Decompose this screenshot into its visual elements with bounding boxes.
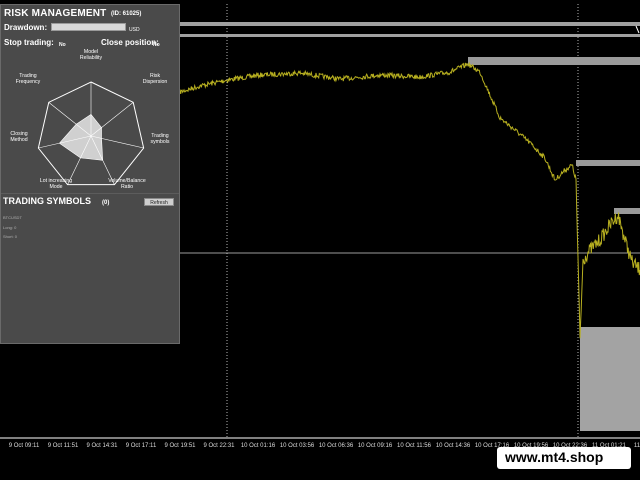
right-edge-mark	[635, 25, 640, 34]
symbol-row: Long: 0	[3, 225, 17, 230]
top-bar	[180, 22, 640, 26]
time-axis-label: 9 Oct 09:11	[8, 443, 40, 449]
time-axis-label: 10 Oct 01:16	[240, 443, 276, 449]
time-axis-label: 9 Oct 17:11	[125, 443, 157, 449]
stop-trading-label: Stop trading:	[4, 38, 54, 47]
level-bar	[614, 208, 640, 214]
watermark-text: www.mt4.shop	[505, 449, 604, 465]
radar-axis-label: Model Reliability	[80, 49, 103, 61]
panel-title: RISK MANAGEMENT	[4, 8, 107, 19]
price-line	[179, 62, 640, 339]
time-axis-label: 10 Oct 06:36	[318, 443, 354, 449]
radar-spoke	[90, 102, 134, 137]
drawdown-unit: USD	[129, 27, 140, 33]
radar-axis-label: Trading Frequency	[16, 73, 41, 85]
close-position-value: No	[153, 42, 160, 48]
risk-management-panel: RISK MANAGEMENT (ID: 61025) Drawdown: US…	[0, 4, 180, 344]
level-bars	[468, 57, 640, 431]
time-axis-label: 9 Oct 19:51	[164, 443, 196, 449]
symbol-row: Short: 0	[3, 234, 18, 239]
drawdown-bar	[51, 23, 126, 31]
time-axis-label: 9 Oct 22:31	[203, 443, 235, 449]
radar-axis-label: Closing Method	[10, 131, 27, 143]
top-bar	[180, 34, 640, 37]
close-position-label: Close position:	[101, 38, 159, 47]
radar-axis-label: Trading symbols	[150, 133, 169, 145]
stop-trading-value: No	[59, 42, 66, 48]
top-horizontal-bars	[180, 22, 640, 37]
time-axis-label: 11	[633, 443, 640, 449]
level-bar	[576, 160, 640, 166]
radar-axis-label: Risk Dispersion	[143, 73, 168, 85]
risk-radar-chart: Model Reliability Risk Dispersion Trading sym…	[10, 49, 170, 190]
dotted-vertical-guides	[226, 4, 579, 438]
refresh-button[interactable]: Refresh	[144, 198, 174, 206]
time-axis-label: 10 Oct 03:56	[279, 443, 315, 449]
time-axis-label: 10 Oct 11:56	[397, 443, 431, 449]
level-block	[580, 327, 640, 431]
drawdown-label: Drawdown:	[4, 23, 48, 32]
time-axis-label: 9 Oct 14:31	[86, 443, 118, 449]
watermark-banner: www.mt4.shop	[497, 447, 631, 469]
time-axis-label: 10 Oct 14:36	[435, 443, 471, 449]
level-bar	[468, 57, 640, 65]
time-axis-label: 10 Oct 09:16	[357, 443, 393, 449]
time-axis-label: 9 Oct 11:51	[47, 443, 79, 449]
account-id: (ID: 61025)	[111, 11, 142, 17]
panel-divider	[1, 193, 179, 194]
symbol-row: BTCUSDT	[3, 215, 22, 220]
trading-symbols-title: TRADING SYMBOLS	[3, 196, 92, 206]
trading-symbols-count: (0)	[102, 200, 110, 206]
